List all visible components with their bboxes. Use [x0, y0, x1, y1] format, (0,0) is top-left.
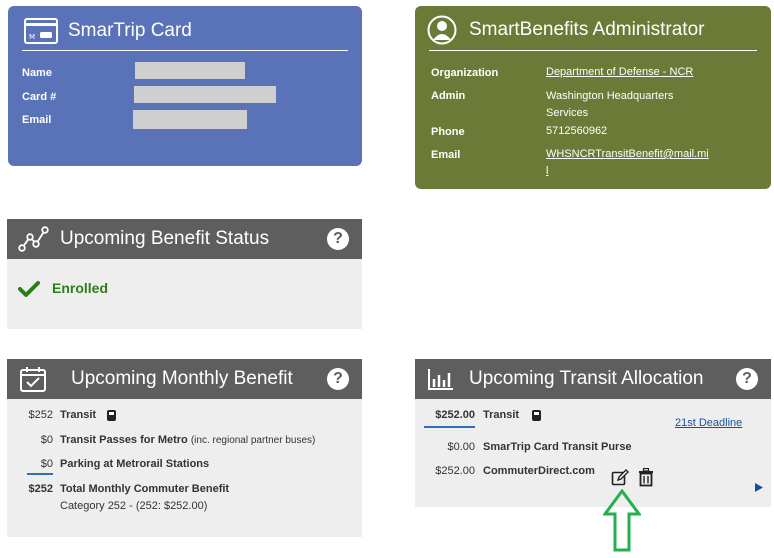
phone-value: 5712560962 — [546, 125, 608, 137]
selected-indicator — [424, 426, 475, 428]
train-icon — [532, 409, 542, 421]
transit-allocation-amount: $252.00 — [435, 409, 475, 421]
organization-label: Organization — [431, 67, 499, 79]
metro-passes-label: Transit Passes for Metro — [60, 434, 188, 446]
divider — [22, 50, 348, 51]
total-label: Total Monthly Commuter Benefit — [60, 483, 230, 495]
email-label: Email — [431, 149, 461, 161]
email-link[interactable]: WHSNCRTransitBenefit@mail.mi — [546, 146, 709, 163]
help-button[interactable]: ? — [327, 368, 349, 390]
status-graph-icon — [18, 225, 50, 258]
divider — [429, 50, 757, 51]
email-label: Email — [22, 114, 52, 126]
total-amount: $252 — [28, 483, 53, 495]
panel-title: Upcoming Transit Allocation — [469, 368, 704, 389]
checkmark-icon — [18, 280, 40, 303]
panel-header: Upcoming Transit Allocation ? — [415, 359, 771, 399]
metro-passes-row: Transit Passes for Metro (inc. regional … — [60, 434, 315, 446]
transit-label-text: Transit — [60, 409, 97, 421]
train-icon — [107, 409, 117, 421]
organization-link[interactable]: Department of Defense - NCR — [546, 64, 693, 81]
administrator-title: SmartBenefits Administrator — [469, 19, 705, 40]
email-redacted — [133, 110, 247, 129]
benefit-status-panel: Upcoming Benefit Status ? Enrolled — [7, 219, 362, 329]
admin-value-line2: Services — [546, 107, 589, 119]
user-icon — [427, 15, 457, 50]
card-icon: M — [24, 18, 58, 49]
parking-label: Parking at Metrorail Stations — [60, 458, 210, 470]
metro-passes-amount: $0 — [40, 434, 53, 446]
parking-amount: $0 — [40, 458, 53, 470]
transit-amount: $252 — [28, 409, 53, 421]
bar-chart-icon — [427, 367, 455, 396]
enrolled-status: Enrolled — [52, 280, 109, 296]
admin-value-line1: Washington Headquarters — [546, 90, 674, 102]
expand-arrow-icon[interactable] — [755, 479, 763, 497]
transit-allocation-label-text: Transit — [483, 409, 520, 421]
name-redacted — [135, 62, 245, 79]
smartrip-card: M SmarTrip Card Name Card # Email — [8, 6, 362, 166]
name-label: Name — [22, 67, 52, 79]
phone-label: Phone — [431, 126, 465, 138]
transit-allocation-panel: Upcoming Transit Allocation ? $252.00 Tr… — [415, 359, 771, 507]
panel-title: Upcoming Benefit Status — [60, 228, 270, 249]
metro-passes-note: (inc. regional partner buses) — [190, 435, 316, 446]
commuterdirect-amount: $252.00 — [435, 465, 475, 477]
panel-header: Upcoming Benefit Status ? — [7, 219, 362, 259]
panel-header: Upcoming Monthly Benefit ? — [7, 359, 362, 399]
email-link-continued[interactable]: l — [546, 163, 548, 180]
smartrip-title: SmarTrip Card — [68, 20, 192, 41]
category-text: Category 252 - (252: $252.00) — [60, 500, 208, 512]
monthly-benefit-panel: Upcoming Monthly Benefit ? $252 Transit … — [7, 359, 362, 537]
help-button[interactable]: ? — [736, 368, 758, 390]
transit-allocation-label: Transit — [483, 409, 542, 421]
purse-label: SmarTrip Card Transit Purse — [483, 441, 632, 453]
sum-divider — [27, 473, 53, 475]
card-number-redacted — [134, 86, 276, 103]
admin-label: Admin — [431, 90, 466, 102]
help-button[interactable]: ? — [327, 228, 349, 250]
transit-label: Transit — [60, 409, 117, 421]
annotation-arrow-icon — [602, 488, 642, 558]
commuterdirect-label: CommuterDirect.com — [483, 465, 595, 477]
deadline-link[interactable]: 21st Deadline — [675, 417, 742, 429]
card-number-label: Card # — [22, 91, 57, 103]
administrator-card: SmartBenefits Administrator Organization… — [415, 6, 771, 189]
panel-title: Upcoming Monthly Benefit — [71, 368, 293, 389]
calendar-check-icon — [19, 365, 47, 398]
purse-amount: $0.00 — [447, 441, 475, 453]
svg-text:M: M — [29, 33, 35, 41]
